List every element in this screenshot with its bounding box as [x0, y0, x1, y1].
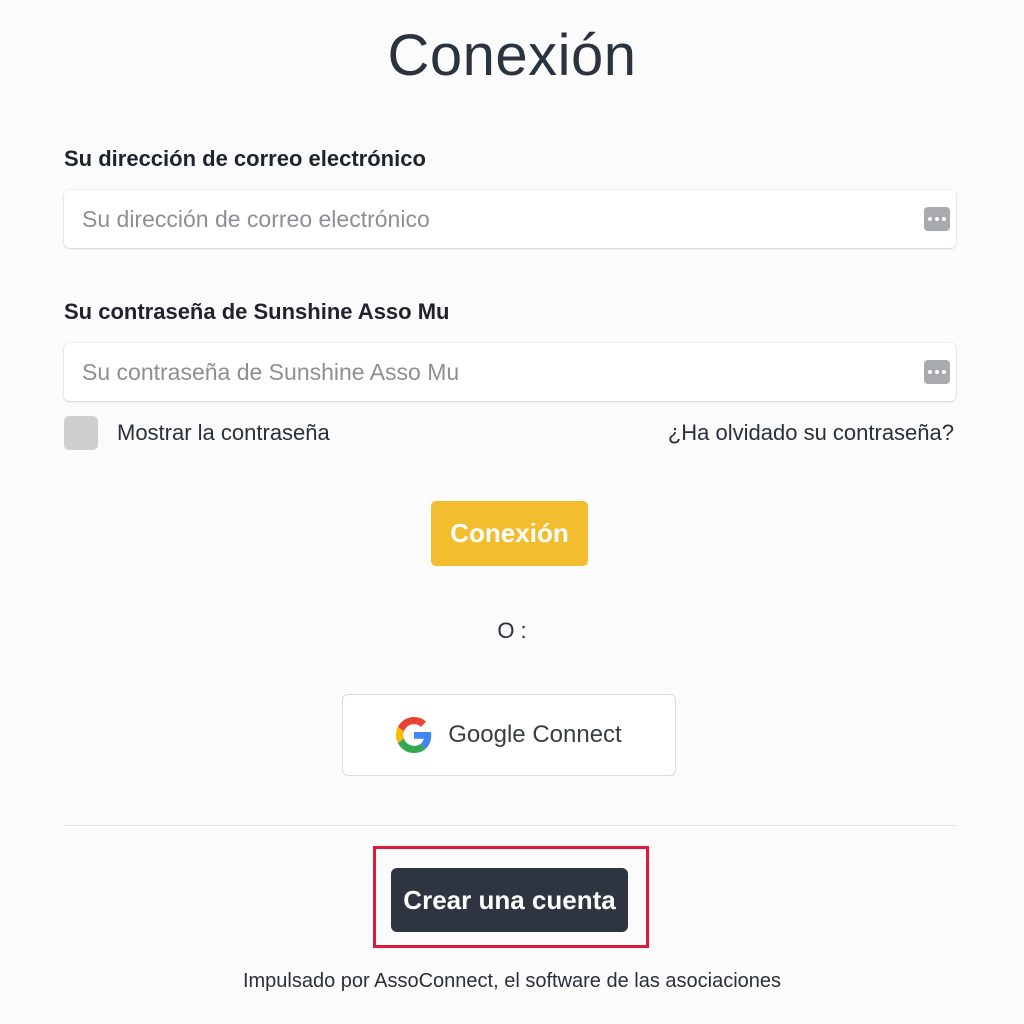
- email-label: Su dirección de correo electrónico: [64, 146, 426, 171]
- section-divider: [64, 825, 956, 826]
- show-password-checkbox[interactable]: [64, 416, 98, 450]
- footer-text: Impulsado por AssoConnect, el software d…: [242, 970, 782, 992]
- password-field[interactable]: [64, 343, 956, 401]
- create-account-button[interactable]: Crear una cuenta: [391, 868, 628, 932]
- email-field-container: [64, 190, 956, 248]
- password-manager-icon[interactable]: [924, 360, 950, 384]
- or-separator-text: O :: [497, 618, 527, 643]
- forgot-password-link[interactable]: ¿Ha olvidado su contraseña?: [668, 420, 954, 446]
- email-field[interactable]: [64, 190, 956, 248]
- password-label: Su contraseña de Sunshine Asso Mu: [64, 299, 450, 324]
- password-manager-icon[interactable]: [924, 207, 950, 231]
- show-password-label[interactable]: Mostrar la contraseña: [117, 420, 330, 446]
- google-connect-button[interactable]: Google Connect: [342, 694, 676, 776]
- login-page: Conexión Su dirección de correo electrón…: [0, 0, 1024, 1024]
- page-title: Conexión: [387, 23, 637, 88]
- google-logo-icon: [396, 717, 432, 753]
- password-field-container: [64, 343, 956, 401]
- google-connect-label: Google Connect: [448, 721, 622, 748]
- login-button[interactable]: Conexión: [431, 501, 588, 566]
